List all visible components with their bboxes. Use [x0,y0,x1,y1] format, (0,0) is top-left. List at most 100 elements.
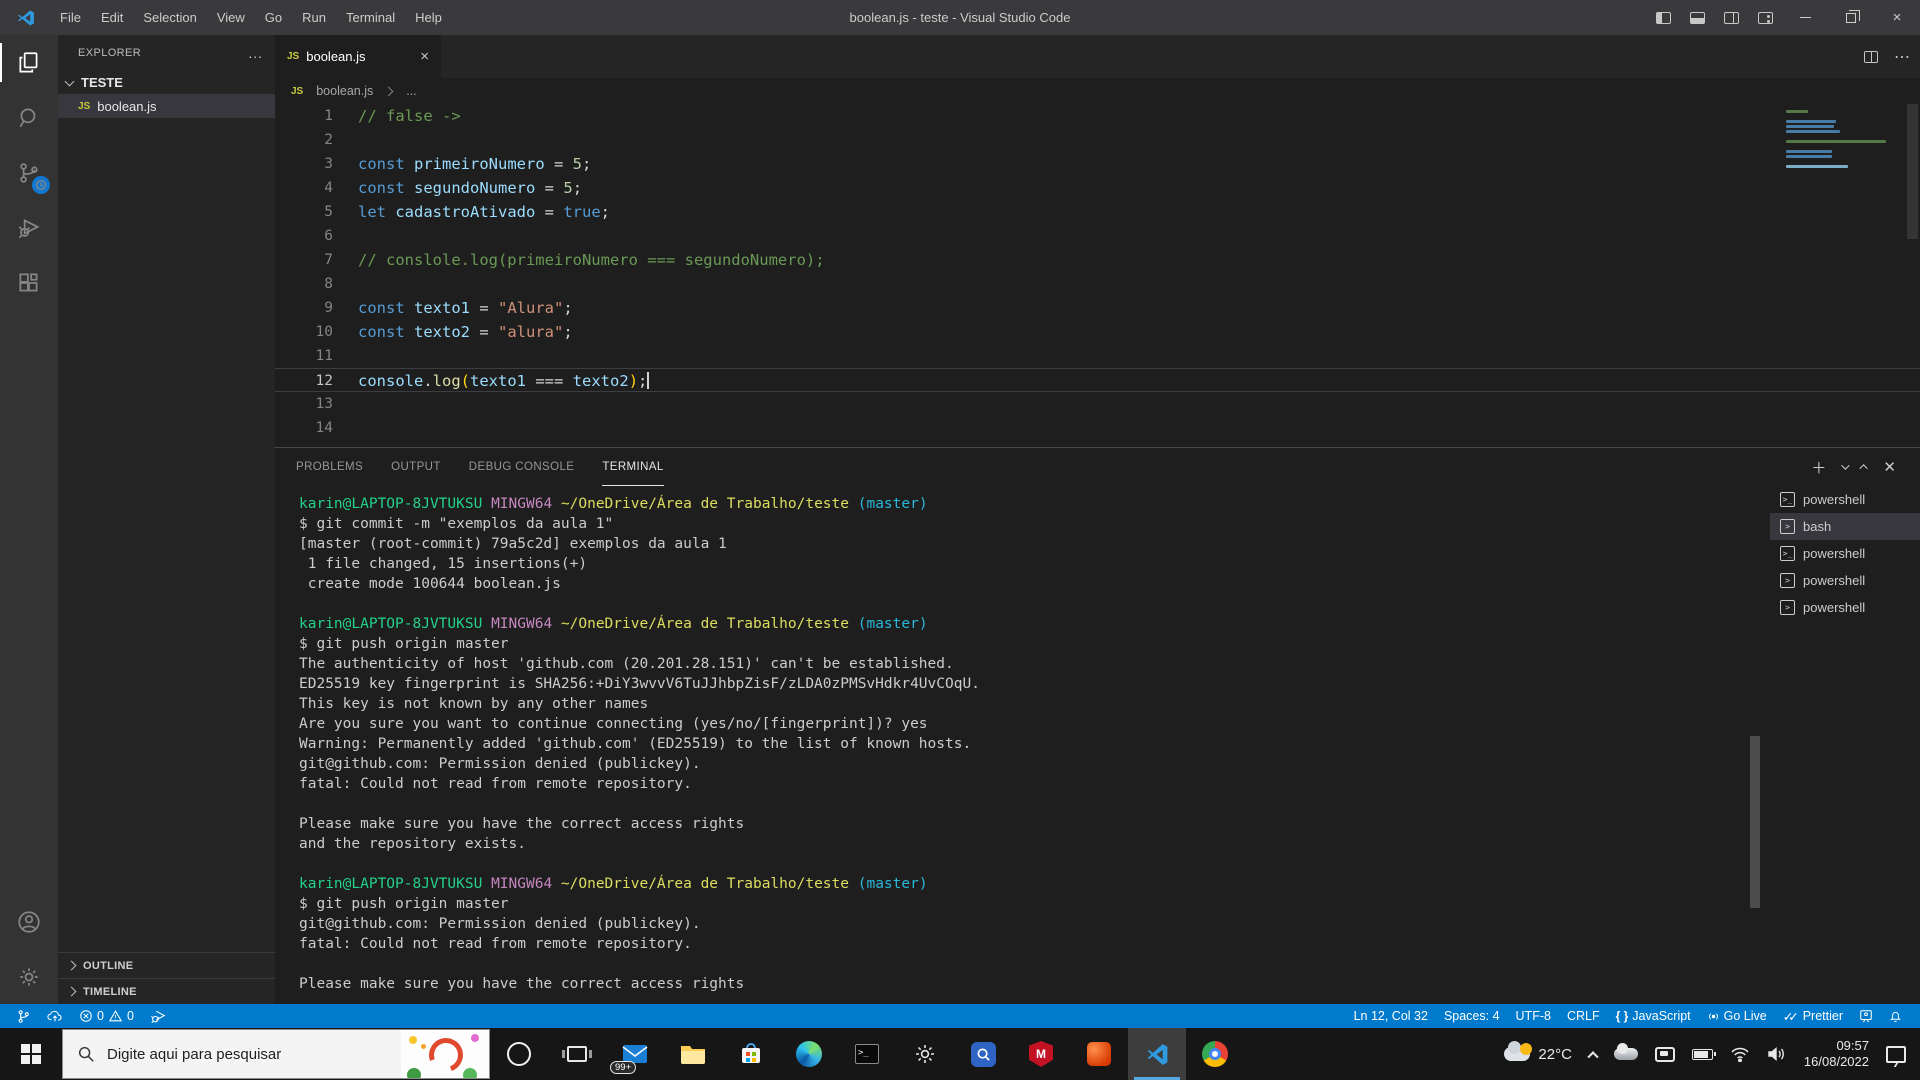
search-icon[interactable] [0,90,58,145]
feedback-button[interactable] [1851,1004,1881,1028]
code-line-8[interactable]: 8 [275,272,1920,296]
source-control-icon[interactable] [0,145,58,200]
edge-browser-icon[interactable] [780,1028,838,1080]
terminal-dropdown-icon[interactable] [1841,461,1851,470]
problems-button[interactable]: 0 0 [71,1004,142,1028]
menu-help[interactable]: Help [405,0,452,35]
git-branch-button[interactable] [8,1004,39,1028]
file-explorer-icon[interactable] [664,1028,722,1080]
weather-widget[interactable]: 22°C [1504,1041,1572,1063]
split-editor-icon[interactable] [1864,50,1878,63]
settings-app-icon[interactable] [896,1028,954,1080]
menu-run[interactable]: Run [292,0,336,35]
panel-tab-problems[interactable]: PROBLEMS [296,448,363,486]
prettier-button[interactable]: ✓✓ Prettier [1775,1004,1851,1028]
publish-cloud-button[interactable] [39,1004,71,1028]
volume-icon[interactable] [1767,1046,1787,1062]
vscode-taskbar-icon[interactable] [1128,1028,1186,1080]
run-debug-icon[interactable] [0,200,58,255]
explorer-icon[interactable] [0,35,58,90]
code-line-11[interactable]: 11 [275,344,1920,368]
folder-section-teste[interactable]: TESTE [58,70,275,94]
menu-file[interactable]: File [50,0,91,35]
outline-section[interactable]: OUTLINE [58,952,275,978]
terminal-instance-powershell-2[interactable]: >_ powershell [1770,540,1920,567]
minimap[interactable] [1786,110,1898,178]
editor-scrollbar[interactable] [1907,104,1918,239]
code-line-10[interactable]: 10 const texto2 = "alura"; [275,320,1920,344]
terminal-instance-powershell-4[interactable]: > powershell [1770,594,1920,621]
code-line-14[interactable]: 14 [275,416,1920,440]
clock[interactable]: 09:57 16/08/2022 [1804,1038,1869,1070]
code-line-6[interactable]: 6 [275,224,1920,248]
terminal-instance-bash-1[interactable]: > bash [1770,513,1920,540]
terminal-output[interactable]: karin@LAPTOP-8JVTUKSU MINGW64 ~/OneDrive… [299,494,1750,1004]
code-line-3[interactable]: 3 const primeiroNumero = 5; [275,152,1920,176]
terminal-instance-powershell-0[interactable]: >_ powershell [1770,486,1920,513]
language-mode-button[interactable]: { } JavaScript [1608,1004,1699,1028]
mcafee-icon[interactable]: M [1012,1028,1070,1080]
meet-now-icon[interactable] [1654,1046,1675,1062]
tray-expand-icon[interactable] [1587,1051,1599,1063]
code-line-5[interactable]: 5 let cadastroAtivado = true; [275,200,1920,224]
code-line-9[interactable]: 9 const texto1 = "Alura"; [275,296,1920,320]
indentation-button[interactable]: Spaces: 4 [1436,1004,1508,1028]
new-terminal-icon[interactable]: ＋ [1811,457,1826,478]
terminal-instance-powershell-3[interactable]: > powershell [1770,567,1920,594]
debug-launch-button[interactable] [142,1004,174,1028]
toggle-sidebar-icon[interactable] [1646,0,1680,35]
close-button[interactable]: × [1874,0,1920,35]
maximize-panel-icon[interactable] [1859,464,1869,473]
code-line-7[interactable]: 7 // conslole.log(primeiroNumero === segu… [275,248,1920,272]
tab-close-icon[interactable]: × [420,48,429,65]
code-line-13[interactable]: 13 [275,392,1920,416]
editor-more-actions-icon[interactable]: ⋯ [1894,47,1910,67]
file-item-booleanjs[interactable]: JS boolean.js [58,94,275,118]
notifications-button[interactable] [1881,1004,1910,1028]
panel-tab-debug-console[interactable]: DEBUG CONSOLE [469,448,575,486]
taskbar-search-input[interactable]: Digite aqui para pesquisar [62,1029,490,1079]
cortana-button[interactable] [490,1028,548,1080]
close-panel-icon[interactable]: ✕ [1883,458,1896,476]
go-live-button[interactable]: Go Live [1699,1004,1775,1028]
chrome-icon[interactable] [1186,1028,1244,1080]
sidebar-more-actions-icon[interactable]: ... [248,45,263,61]
panel-tab-terminal[interactable]: TERMINAL [602,448,664,486]
action-center-icon[interactable] [1886,1045,1906,1063]
menu-terminal[interactable]: Terminal [336,0,405,35]
search-highlight-image[interactable] [401,1030,489,1078]
encoding-button[interactable]: UTF-8 [1508,1004,1559,1028]
minimize-button[interactable] [1782,0,1828,35]
menu-edit[interactable]: Edit [91,0,133,35]
extensions-icon[interactable] [0,255,58,310]
tab-booleanjs[interactable]: JS boolean.js × [275,35,441,78]
wifi-icon[interactable] [1730,1047,1750,1062]
restore-button[interactable] [1828,0,1874,35]
office-icon[interactable] [1070,1028,1128,1080]
command-prompt-icon[interactable]: >_ [838,1028,896,1080]
cursor-position-button[interactable]: Ln 12, Col 32 [1346,1004,1436,1028]
code-editor[interactable]: 1 // false -> 2 3 const primeiroNumero = 5; 4… [275,104,1920,447]
task-view-button[interactable] [548,1028,606,1080]
customize-layout-icon[interactable] [1748,0,1782,35]
menu-view[interactable]: View [207,0,255,35]
settings-gear-icon[interactable] [0,949,58,1004]
eol-button[interactable]: CRLF [1559,1004,1608,1028]
code-line-2[interactable]: 2 [275,128,1920,152]
toggle-secondary-sidebar-icon[interactable] [1714,0,1748,35]
code-line-4[interactable]: 4 const segundoNumero = 5; [275,176,1920,200]
breadcrumb[interactable]: JS boolean.js ... [275,78,1920,104]
terminal-scrollbar[interactable] [1750,736,1760,908]
microsoft-store-icon[interactable] [722,1028,780,1080]
start-button[interactable] [0,1028,62,1080]
code-line-12[interactable]: 12 console.log(texto1 === texto2); [275,368,1920,392]
panel-tab-output[interactable]: OUTPUT [391,448,441,486]
menu-go[interactable]: Go [255,0,292,35]
onedrive-icon[interactable] [1613,1043,1638,1060]
menu-selection[interactable]: Selection [133,0,206,35]
code-line-1[interactable]: 1 // false -> [275,104,1920,128]
quick-assist-icon[interactable] [954,1028,1012,1080]
toggle-panel-icon[interactable] [1680,0,1714,35]
timeline-section[interactable]: TIMELINE [58,978,275,1004]
battery-icon[interactable] [1691,1048,1716,1060]
